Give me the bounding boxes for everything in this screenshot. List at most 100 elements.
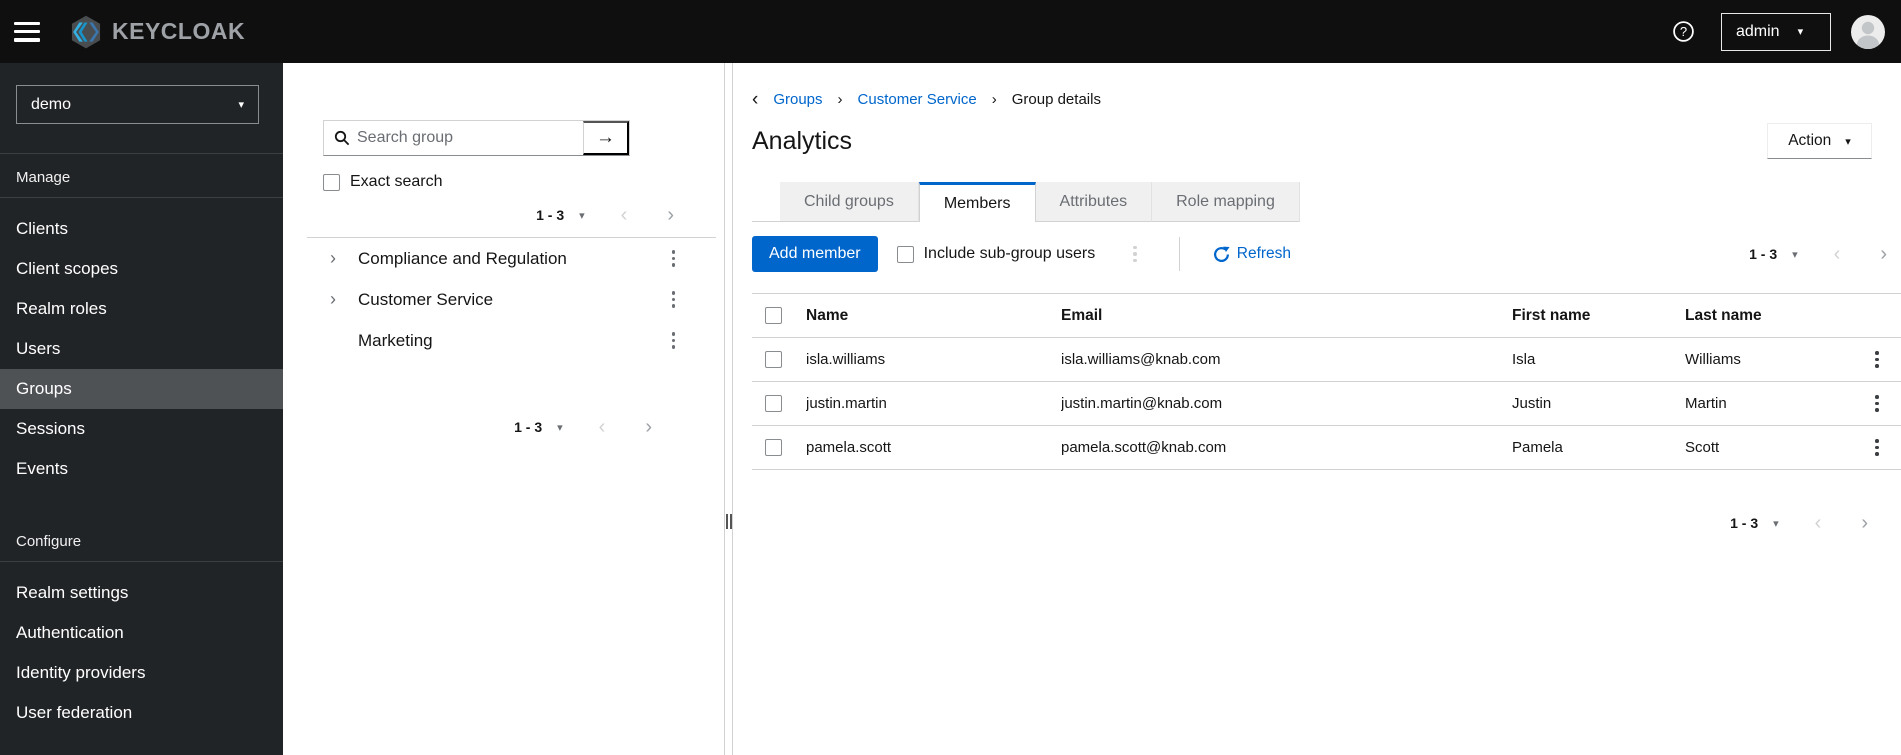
kebab-menu-icon[interactable]	[671, 248, 675, 268]
panel-splitter[interactable]	[725, 63, 733, 755]
sidebar-item-realm-roles[interactable]: Realm roles	[0, 289, 283, 329]
tab-role-mapping[interactable]: Role mapping	[1152, 182, 1300, 222]
top-bar: KEYCLOAK ? admin ▾	[0, 0, 1901, 63]
column-header-last-name: Last name	[1685, 306, 1762, 324]
row-checkbox[interactable]	[765, 395, 782, 412]
tab-child-groups[interactable]: Child groups	[780, 182, 919, 222]
pagination-range[interactable]: 1 - 3	[1730, 515, 1758, 531]
avatar[interactable]	[1851, 14, 1885, 49]
search-icon	[334, 130, 350, 146]
sidebar-item-groups[interactable]: Groups	[0, 369, 283, 409]
user-name: admin	[1736, 22, 1780, 40]
member-first-name: Pamela	[1512, 439, 1563, 456]
sidebar-item-authentication[interactable]: Authentication	[0, 613, 283, 653]
breadcrumb: ‹ Groups › Customer Service › Group deta…	[752, 90, 1901, 109]
svg-text:?: ?	[1680, 24, 1687, 39]
breadcrumb-separator-icon: ›	[837, 91, 843, 108]
chevron-down-icon: ▾	[1845, 135, 1851, 148]
next-page-icon[interactable]: ›	[1880, 244, 1887, 264]
sidebar-item-clients[interactable]: Clients	[0, 209, 283, 249]
refresh-button[interactable]: Refresh	[1213, 245, 1291, 263]
member-name-link[interactable]: isla.williams	[806, 351, 1061, 368]
breadcrumb-groups-link[interactable]: Groups	[773, 91, 822, 108]
row-kebab-menu-icon[interactable]	[1875, 349, 1901, 369]
back-chevron-icon[interactable]: ‹	[752, 90, 758, 109]
sidebar-item-events[interactable]: Events	[0, 449, 283, 489]
member-email: isla.williams@knab.com	[1061, 351, 1221, 368]
keycloak-logo[interactable]: KEYCLOAK	[68, 14, 245, 50]
expand-chevron-icon[interactable]: ›	[330, 248, 358, 269]
table-row: isla.williams isla.williams@knab.com Isl…	[752, 338, 1901, 382]
column-header-name: Name	[806, 306, 849, 324]
tree-item-marketing[interactable]: Marketing	[283, 320, 724, 361]
pagination-range[interactable]: 1 - 3	[1749, 246, 1777, 262]
splitter-grip[interactable]	[726, 514, 732, 529]
tab-members[interactable]: Members	[918, 182, 1036, 222]
divider	[0, 197, 283, 198]
realm-name: demo	[31, 95, 72, 113]
sidebar-item-identity-providers[interactable]: Identity providers	[0, 653, 283, 693]
member-last-name: Williams	[1685, 351, 1741, 368]
chevron-down-icon[interactable]: ▾	[579, 209, 585, 222]
manage-nav: Clients Client scopes Realm roles Users …	[0, 209, 283, 489]
add-member-button[interactable]: Add member	[752, 236, 878, 272]
action-dropdown[interactable]: Action ▾	[1767, 123, 1872, 159]
member-first-name: Isla	[1512, 351, 1536, 368]
tab-lead-spacer	[752, 182, 780, 222]
user-menu-dropdown[interactable]: admin ▾	[1721, 12, 1831, 51]
sidebar-item-user-federation[interactable]: User federation	[0, 693, 283, 733]
include-subgroups: Include sub-group users	[896, 245, 1095, 263]
next-page-icon[interactable]: ›	[667, 205, 674, 225]
row-kebab-menu-icon[interactable]	[1875, 437, 1901, 457]
sidebar-item-realm-settings[interactable]: Realm settings	[0, 573, 283, 613]
sidebar-item-client-scopes[interactable]: Client scopes	[0, 249, 283, 289]
nav-section-manage: Manage	[16, 169, 71, 186]
table-row: pamela.scott pamela.scott@knab.com Pamel…	[752, 426, 1901, 470]
previous-page-icon[interactable]: ‹	[599, 417, 606, 437]
sidebar-item-users[interactable]: Users	[0, 329, 283, 369]
realm-selector[interactable]: demo ▾	[16, 85, 259, 124]
chevron-down-icon[interactable]: ▾	[557, 421, 563, 434]
expand-chevron-icon[interactable]: ›	[330, 289, 358, 310]
help-icon[interactable]: ?	[1672, 20, 1695, 43]
kebab-menu-icon[interactable]	[671, 330, 675, 350]
member-email: justin.martin@knab.com	[1061, 395, 1223, 412]
breadcrumb-separator-icon: ›	[991, 91, 997, 108]
sidebar-item-sessions[interactable]: Sessions	[0, 409, 283, 449]
row-checkbox[interactable]	[765, 351, 782, 368]
kebab-menu-icon[interactable]	[671, 289, 675, 309]
exact-search-checkbox[interactable]	[323, 173, 340, 191]
member-name-link[interactable]: pamela.scott	[806, 439, 1061, 456]
previous-page-icon[interactable]: ‹	[621, 205, 628, 225]
group-search: →	[323, 120, 630, 156]
pagination-range[interactable]: 1 - 3	[536, 207, 564, 223]
member-last-name: Martin	[1685, 395, 1727, 412]
chevron-down-icon[interactable]: ▾	[1792, 248, 1798, 261]
previous-page-icon[interactable]: ‹	[1834, 244, 1841, 264]
tab-attributes[interactable]: Attributes	[1035, 182, 1153, 222]
keycloak-admin-console: KEYCLOAK ? admin ▾ demo ▾ Manage Clients…	[0, 0, 1901, 755]
chevron-down-icon[interactable]: ▾	[1773, 517, 1779, 530]
include-subgroups-checkbox[interactable]	[896, 245, 914, 263]
members-table: Name Email First name Last name isla.wil…	[752, 293, 1901, 470]
tree-item-customer-service[interactable]: › Customer Service	[283, 279, 724, 320]
group-tree-panel: → Exact search 1 - 3 ▾ ‹ › › Compliance …	[283, 63, 725, 755]
hamburger-menu-icon[interactable]	[14, 21, 40, 42]
sidebar-nav: demo ▾ Manage Clients Client scopes Real…	[0, 63, 283, 755]
column-header-email: Email	[1061, 306, 1103, 324]
select-all-checkbox[interactable]	[765, 307, 782, 324]
next-page-icon[interactable]: ›	[1861, 513, 1868, 533]
tree-item-compliance-and-regulation[interactable]: › Compliance and Regulation	[283, 238, 724, 279]
next-page-icon[interactable]: ›	[645, 417, 652, 437]
row-kebab-menu-icon[interactable]	[1875, 393, 1901, 413]
toolbar-kebab-menu-icon[interactable]	[1133, 244, 1137, 264]
search-submit-button[interactable]: →	[583, 121, 629, 155]
member-name-link[interactable]: justin.martin	[806, 395, 1061, 412]
pagination-range[interactable]: 1 - 3	[514, 419, 542, 435]
member-email: pamela.scott@knab.com	[1061, 439, 1227, 456]
breadcrumb-customer-service-link[interactable]: Customer Service	[858, 91, 977, 108]
previous-page-icon[interactable]: ‹	[1815, 513, 1822, 533]
brand-text: KEYCLOAK	[112, 18, 246, 44]
group-search-input[interactable]	[357, 129, 575, 147]
row-checkbox[interactable]	[765, 439, 782, 456]
